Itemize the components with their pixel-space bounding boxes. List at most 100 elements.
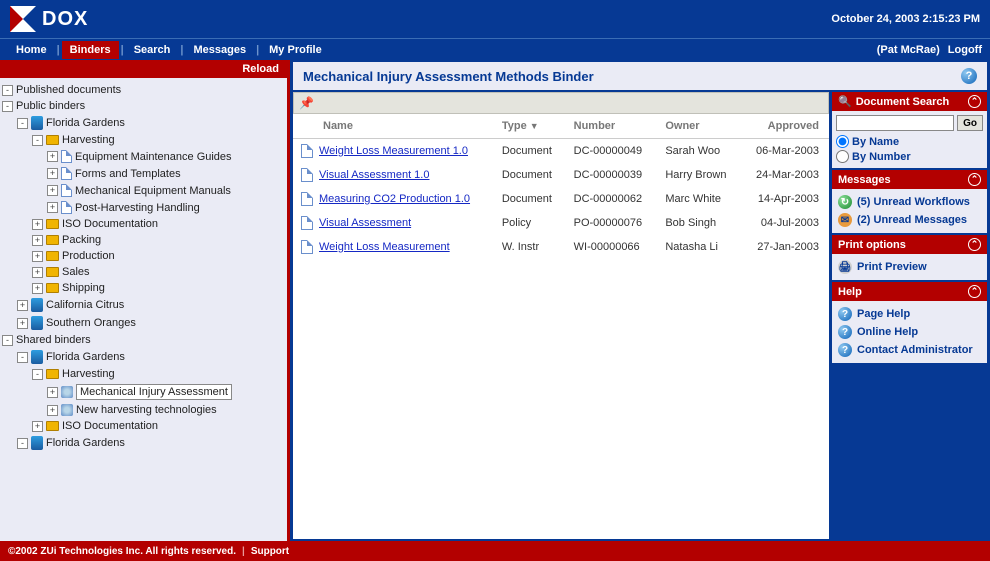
expand-icon[interactable]: + bbox=[17, 300, 28, 311]
expand-icon[interactable]: + bbox=[47, 168, 58, 179]
tree-node[interactable]: + Forms and Templates bbox=[2, 165, 285, 182]
expand-icon[interactable]: + bbox=[47, 387, 58, 398]
tree-label: Harvesting bbox=[62, 368, 115, 380]
expand-icon[interactable]: - bbox=[2, 85, 13, 96]
expand-icon[interactable]: + bbox=[17, 318, 28, 329]
tree-label: Production bbox=[62, 250, 115, 262]
expand-icon[interactable]: - bbox=[2, 335, 13, 346]
search-input[interactable] bbox=[836, 115, 954, 131]
expand-icon[interactable]: - bbox=[17, 352, 28, 363]
tree-node[interactable]: +Packing bbox=[2, 232, 285, 248]
col-owner[interactable]: Owner bbox=[657, 114, 741, 139]
sort-arrow-icon: ▼ bbox=[530, 121, 539, 131]
expand-icon[interactable]: - bbox=[32, 369, 43, 380]
document-link[interactable]: Measuring CO2 Production 1.0 bbox=[319, 193, 470, 205]
chevron-up-icon[interactable]: ⌃ bbox=[968, 173, 981, 186]
reload-button[interactable]: Reload bbox=[0, 60, 287, 78]
document-link[interactable]: Visual Assessment bbox=[319, 217, 411, 229]
online-help-link[interactable]: ?Online Help bbox=[836, 323, 983, 341]
nav-messages[interactable]: Messages bbox=[185, 41, 254, 59]
tree-label: Forms and Templates bbox=[75, 168, 181, 180]
support-link[interactable]: Support bbox=[251, 546, 289, 557]
tree-node[interactable]: + Production bbox=[2, 248, 285, 264]
pin-icon[interactable]: 📌 bbox=[299, 96, 314, 110]
expand-icon[interactable]: + bbox=[47, 405, 58, 416]
tree-node[interactable]: -Florida Gardens bbox=[2, 434, 285, 452]
tree-label: Post-Harvesting Handling bbox=[75, 202, 200, 214]
by-number-radio[interactable]: By Number bbox=[836, 149, 983, 164]
unread-workflows-link[interactable]: ↻(5) Unread Workflows bbox=[836, 193, 983, 211]
tree-node[interactable]: -Florida Gardens bbox=[2, 348, 285, 366]
chevron-up-icon[interactable]: ⌃ bbox=[968, 285, 981, 298]
tree-node[interactable]: + Post-Harvesting Handling bbox=[2, 199, 285, 216]
page-help-link[interactable]: ?Page Help bbox=[836, 305, 983, 323]
expand-icon[interactable]: + bbox=[32, 283, 43, 294]
expand-icon[interactable]: + bbox=[32, 219, 43, 230]
expand-icon[interactable]: + bbox=[47, 151, 58, 162]
tree-label: California Citrus bbox=[46, 299, 124, 311]
print-panel-header[interactable]: Print options ⌃ bbox=[832, 235, 987, 254]
help-panel-header[interactable]: Help ⌃ bbox=[832, 282, 987, 301]
col-type[interactable]: Type ▼ bbox=[494, 114, 566, 139]
tree-node[interactable]: +Southern Oranges bbox=[2, 314, 285, 332]
logoff-link[interactable]: Logoff bbox=[948, 44, 982, 56]
print-preview-link[interactable]: 🖨Print Preview bbox=[836, 258, 983, 276]
tree-node[interactable]: +ISO Documentation bbox=[2, 418, 285, 434]
unread-messages-link[interactable]: ✉(2) Unread Messages bbox=[836, 211, 983, 229]
chevron-up-icon[interactable]: ⌃ bbox=[968, 238, 981, 251]
expand-icon[interactable]: + bbox=[32, 421, 43, 432]
tree-node[interactable]: +Mechanical Equipment Manuals bbox=[2, 182, 285, 199]
tree-node[interactable]: +Mechanical Injury Assessment bbox=[2, 382, 285, 402]
tree-node[interactable]: +ISO Documentation bbox=[2, 216, 285, 232]
nav-myprofile[interactable]: My Profile bbox=[261, 41, 330, 59]
tree-node[interactable]: + Shipping bbox=[2, 280, 285, 296]
tree-node[interactable]: +Sales bbox=[2, 264, 285, 280]
chevron-up-icon[interactable]: ⌃ bbox=[968, 95, 981, 108]
expand-icon[interactable]: - bbox=[17, 118, 28, 129]
building-icon bbox=[31, 350, 43, 364]
search-panel-header[interactable]: 🔍 Document Search ⌃ bbox=[832, 92, 987, 111]
tree-node[interactable]: +Equipment Maintenance Guides bbox=[2, 148, 285, 165]
tree-node[interactable]: - Harvesting bbox=[2, 366, 285, 382]
expand-icon[interactable]: - bbox=[17, 438, 28, 449]
doc-icon bbox=[61, 150, 72, 163]
cell-number: PO-00000076 bbox=[566, 211, 658, 235]
cell-approved: 27-Jan-2003 bbox=[741, 235, 829, 259]
tree-node[interactable]: -Harvesting bbox=[2, 132, 285, 148]
help-icon: ? bbox=[838, 325, 852, 339]
page-title: Mechanical Injury Assessment Methods Bin… bbox=[303, 69, 594, 84]
tree-node[interactable]: + California Citrus bbox=[2, 296, 285, 314]
help-icon[interactable]: ? bbox=[961, 68, 977, 84]
by-name-radio[interactable]: By Name bbox=[836, 134, 983, 149]
cell-owner: Sarah Woo bbox=[657, 139, 741, 164]
expand-icon[interactable]: - bbox=[2, 101, 13, 112]
col-number[interactable]: Number bbox=[566, 114, 658, 139]
tree-label: Shipping bbox=[62, 282, 105, 294]
table-row: Weight Loss MeasurementW. InstrWI-000000… bbox=[293, 235, 829, 259]
expand-icon[interactable]: + bbox=[32, 267, 43, 278]
tree-node[interactable]: -Shared binders bbox=[2, 332, 285, 348]
col-name[interactable]: Name bbox=[293, 114, 494, 139]
footer: ©2002 ZUi Technologies Inc. All rights r… bbox=[0, 541, 990, 561]
document-link[interactable]: Weight Loss Measurement 1.0 bbox=[319, 145, 468, 157]
nav-search[interactable]: Search bbox=[126, 41, 179, 59]
tree-node[interactable]: -Public binders bbox=[2, 98, 285, 114]
messages-panel-header[interactable]: Messages ⌃ bbox=[832, 170, 987, 189]
document-link[interactable]: Visual Assessment 1.0 bbox=[319, 169, 429, 181]
tree-node[interactable]: -Florida Gardens bbox=[2, 114, 285, 132]
expand-icon[interactable]: + bbox=[47, 185, 58, 196]
contact-admin-link[interactable]: ?Contact Administrator bbox=[836, 341, 983, 359]
col-approved[interactable]: Approved bbox=[741, 114, 829, 139]
main-area: Mechanical Injury Assessment Methods Bin… bbox=[290, 60, 990, 541]
nav-home[interactable]: Home bbox=[8, 41, 55, 59]
expand-icon[interactable]: + bbox=[32, 251, 43, 262]
document-link[interactable]: Weight Loss Measurement bbox=[319, 241, 450, 253]
expand-icon[interactable]: + bbox=[47, 202, 58, 213]
go-button[interactable]: Go bbox=[957, 115, 983, 131]
tree-node[interactable]: +New harvesting technologies bbox=[2, 402, 285, 418]
cell-approved: 06-Mar-2003 bbox=[741, 139, 829, 164]
expand-icon[interactable]: + bbox=[32, 235, 43, 246]
nav-binders[interactable]: Binders bbox=[62, 41, 119, 59]
tree-node[interactable]: -Published documents bbox=[2, 82, 285, 98]
expand-icon[interactable]: - bbox=[32, 135, 43, 146]
